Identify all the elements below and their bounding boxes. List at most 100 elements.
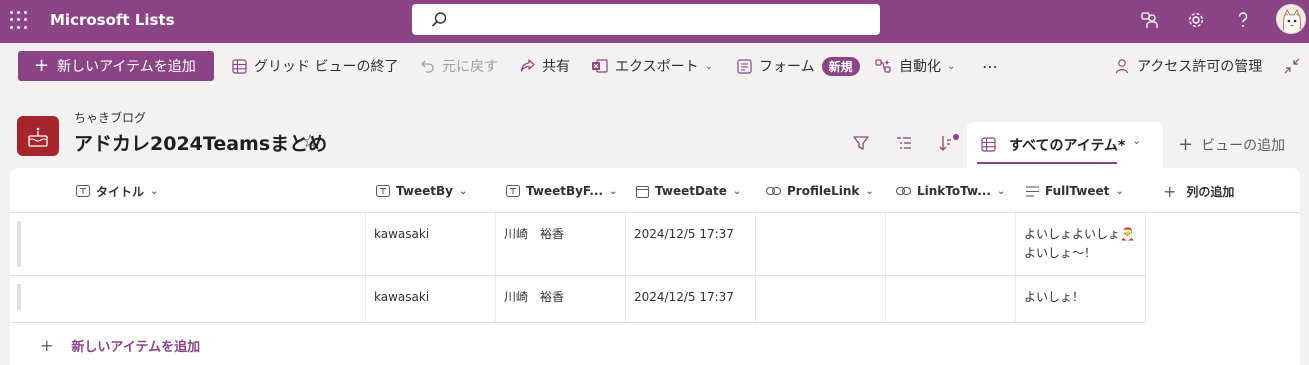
app-launcher-waffle-icon[interactable] [10,11,28,29]
add-column-button[interactable]: + 列の追加 [1163,181,1235,201]
cat-avatar-icon [1277,5,1305,33]
plus-icon: + [1178,134,1194,155]
chevron-down-icon: ⌄ [1115,185,1124,197]
new-badge: 新規 [821,56,860,76]
chevron-down-icon: ⌄ [609,185,618,197]
list-icon [17,116,59,156]
cell-divider [495,276,496,322]
cell-tweetbyfull[interactable]: 川崎 裕香 [504,288,564,307]
table-row[interactable]: kawasaki 川崎 裕香 2024/12/5 17:37 よいしょ！ [10,276,1146,322]
column-label: LinkToTw... [917,184,991,198]
more-options-icon: ⋯ [982,56,998,76]
cell-divider [495,213,496,275]
column-header-tweetdate[interactable]: TweetDate ⌄ [636,182,741,200]
chevron-down-icon: ⌄ [732,185,742,197]
undo-label: 元に戻す [442,59,498,75]
cell-tweetby[interactable]: kawasaki [374,225,429,244]
group-by-icon[interactable] [895,134,913,152]
share-button[interactable]: 共有 [519,55,570,77]
column-label: タイトル [96,184,145,199]
exit-grid-view-label: グリッド ビューの終了 [254,59,399,75]
export-label: エクスポート [615,59,699,75]
manage-access-label: アクセス許可の管理 [1137,59,1263,75]
chevron-down-icon: ⌄ [150,185,159,197]
automate-button[interactable]: 自動化 ⌄ [875,55,955,77]
more-options-button[interactable]: ⋯ [982,55,998,77]
cell-divider [1145,276,1146,322]
chevron-down-icon: ⌄ [1132,134,1142,147]
link-icon [766,186,781,196]
row-divider [10,322,1146,323]
list-grid: タイトル ⌄ TweetBy ⌄ TweetByF... ⌄ TweetDate ⌄ P… [10,168,1300,365]
column-label: TweetBy [396,184,453,198]
undo-button[interactable]: 元に戻す [419,55,498,77]
column-label: TweetDate [655,184,727,198]
cell-divider [755,213,756,275]
favorite-star-icon[interactable]: ☆ [302,131,318,152]
cell-tweetby[interactable]: kawasaki [374,288,429,307]
undo-icon [421,60,434,73]
column-label: ProfileLink [787,184,860,198]
add-view-button[interactable]: + ビューの追加 [1178,135,1285,155]
view-name: すべてのアイテム* [1009,138,1126,154]
forms-label: フォーム [759,59,815,75]
settings-gear-icon[interactable] [1186,10,1206,30]
cell-fulltweet[interactable]: よいしょよいしょ🎅 よいしょ～！ [1024,225,1135,263]
chevron-down-icon: ⌄ [704,60,713,72]
column-header-linktotweet[interactable]: LinkToTw... ⌄ [896,182,1005,200]
forms-button[interactable]: フォーム 新規 [737,55,860,77]
grid-icon [232,58,247,74]
add-column-label: 列の追加 [1186,184,1235,199]
app-name[interactable]: Microsoft Lists [50,11,175,29]
form-icon [737,58,752,74]
help-icon[interactable] [1233,10,1253,30]
column-label: FullTweet [1045,184,1110,198]
cell-tweetdate[interactable]: 2024/12/5 17:37 [634,225,734,244]
collapse-icon[interactable] [1284,58,1300,74]
plus-icon: + [34,55,50,76]
table-row[interactable]: kawasaki 川崎 裕香 2024/12/5 17:37 よいしょよいしょ🎅… [10,213,1146,275]
new-item-button[interactable]: + 新しいアイテムを追加 [18,51,214,81]
link-icon [896,186,911,196]
cell-divider [1145,213,1146,275]
cell-tweetdate[interactable]: 2024/12/5 17:37 [634,288,734,307]
active-view-underline [977,162,1117,164]
command-bar: + 新しいアイテムを追加 グリッド ビューの終了 元に戻す 共有 エクスポート … [0,43,1309,88]
row-selector[interactable] [17,284,21,310]
cell-divider [365,276,366,322]
multiline-text-icon [1026,185,1039,197]
suite-bar: Microsoft Lists [0,0,1309,43]
view-tab-all-items[interactable]: すべてのアイテム* ⌄ [967,122,1163,168]
column-header-title[interactable]: タイトル ⌄ [76,182,158,200]
manage-access-button[interactable]: アクセス許可の管理 [1114,55,1262,77]
cell-divider [1015,276,1016,322]
cell-divider [365,213,366,275]
cell-divider [755,276,756,322]
add-view-label: ビューの追加 [1201,138,1286,154]
plus-icon: + [1163,181,1177,201]
chevron-down-icon: ⌄ [996,185,1006,197]
cell-divider [885,213,886,275]
row-selector[interactable] [17,221,21,267]
chevron-down-icon: ⌄ [865,185,874,197]
export-button[interactable]: エクスポート ⌄ [591,55,713,77]
grid-view-icon [981,137,996,152]
column-header-profilelink[interactable]: ProfileLink ⌄ [766,182,874,200]
user-avatar[interactable] [1276,4,1306,34]
text-column-icon [506,185,520,197]
filter-icon[interactable] [852,134,870,152]
cell-tweetbyfull[interactable]: 川崎 裕香 [504,225,564,244]
sort-icon[interactable] [937,134,959,152]
exit-grid-view-button[interactable]: グリッド ビューの終了 [232,55,398,77]
search-box[interactable] [412,4,880,35]
column-header-tweetbyfull[interactable]: TweetByF... ⌄ [506,182,617,200]
cell-fulltweet[interactable]: よいしょ！ [1024,288,1084,307]
cell-divider [625,276,626,322]
column-header-tweetby[interactable]: TweetBy ⌄ [376,182,467,200]
cell-divider [885,276,886,322]
column-header-fulltweet[interactable]: FullTweet ⌄ [1026,182,1124,200]
add-new-item-row[interactable]: + 新しいアイテムを追加 [40,336,200,355]
cell-divider [1015,213,1016,275]
feedback-icon[interactable] [1139,10,1159,30]
site-name-breadcrumb[interactable]: ちゃきブログ [74,109,146,126]
